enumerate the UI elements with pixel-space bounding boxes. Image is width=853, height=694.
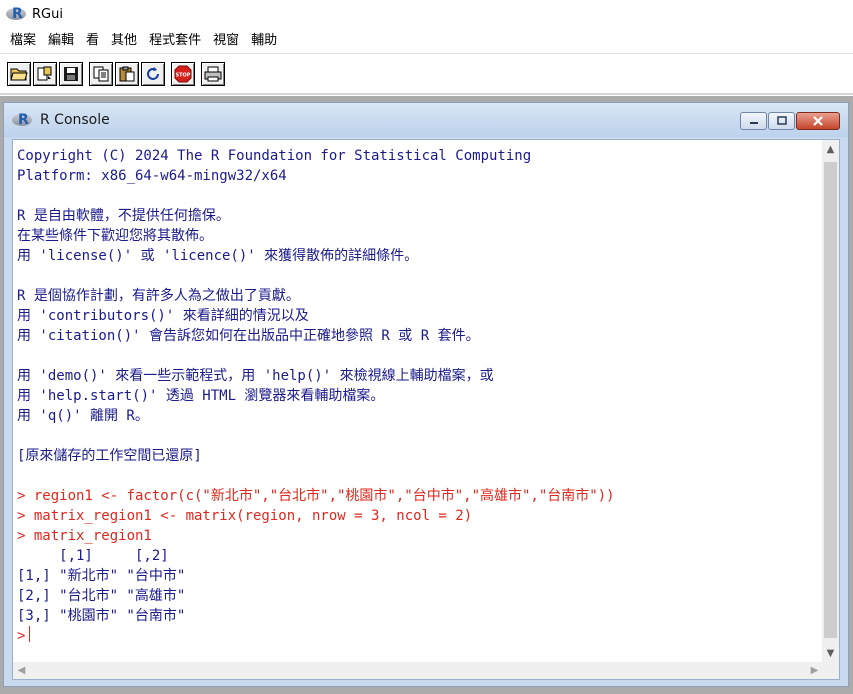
copy-and-paste-button[interactable]: [141, 62, 165, 86]
menu-windows[interactable]: 視窗: [207, 30, 245, 52]
console-output-line: 用 'license()' 或 'licence()' 來獲得散佈的詳細條件。: [17, 248, 419, 264]
app-title: RGui: [32, 6, 63, 22]
minimize-icon: [749, 122, 758, 124]
console-output-line: 用 'help.start()' 透過 HTML 瀏覽器來看輔助檔案。: [17, 388, 385, 404]
console-output-line: [3,] "桃園市" "台南市": [17, 608, 186, 624]
toolbar: STOP: [0, 55, 853, 95]
close-icon: [813, 116, 823, 126]
text-cursor: [29, 626, 31, 642]
menu-misc[interactable]: 其他: [105, 30, 143, 52]
load-workspace-button[interactable]: [33, 62, 57, 86]
scroll-left-icon[interactable]: ◀: [13, 662, 30, 679]
menu-packages[interactable]: 程式套件: [143, 30, 207, 52]
console-command-line: > region1 <- factor(c("新北市","台北市","桃園市",…: [17, 488, 615, 504]
printer-icon: [204, 66, 222, 82]
vertical-scrollbar[interactable]: ▲ ▼: [822, 140, 839, 662]
horizontal-scrollbar[interactable]: ◀ ▶: [13, 662, 823, 679]
stop-label: STOP: [176, 73, 191, 79]
load-workspace-icon: [37, 66, 52, 81]
print-button[interactable]: [201, 62, 225, 86]
maximize-icon: [776, 116, 787, 125]
console-output-line: Platform: x86_64-w64-mingw32/x64: [17, 168, 287, 184]
r-logo-icon: R: [6, 6, 26, 22]
console-output-line: [,1] [,2]: [17, 548, 169, 564]
folder-open-icon: [10, 68, 28, 81]
console-command-line: > matrix_region1 <- matrix(region, nrow …: [17, 508, 473, 524]
console-output-line: 用 'citation()' 會告訴您如何在出版品中正確地參照 R 或 R 套件…: [17, 328, 480, 344]
prompt-symbol: >: [17, 628, 26, 644]
console-output-line: 在某些條件下歡迎您將其散佈。: [17, 228, 213, 244]
console-window[interactable]: R R Console Copyright (C) 2024 The R Fou…: [3, 102, 849, 687]
menu-view[interactable]: 看: [80, 30, 105, 52]
console-output-line: 用 'demo()' 來看一些示範程式，用 'help()' 來檢視線上輔助檔案…: [17, 368, 494, 384]
scroll-right-icon[interactable]: ▶: [806, 662, 823, 679]
console-output-line: 用 'contributors()' 來看詳細的情況以及: [17, 308, 309, 324]
console-output-line: R 是個協作計劃，有許多人為之做出了貢獻。: [17, 288, 300, 304]
menu-bar: 檔案 編輯 看 其他 程式套件 視窗 輔助: [0, 28, 853, 54]
scrollbar-corner: [822, 662, 839, 679]
console-output[interactable]: Copyright (C) 2024 The R Foundation for …: [17, 146, 817, 654]
open-script-button[interactable]: [7, 62, 31, 86]
console-output-line: [1,] "新北市" "台中市": [17, 568, 186, 584]
console-output-line: [2,] "台北市" "高雄市": [17, 588, 186, 604]
scroll-down-icon[interactable]: ▼: [822, 644, 839, 662]
minimize-button[interactable]: [740, 112, 767, 130]
scroll-up-icon[interactable]: ▲: [822, 140, 839, 158]
console-body[interactable]: Copyright (C) 2024 The R Foundation for …: [12, 139, 840, 680]
floppy-disk-icon: [64, 67, 78, 81]
refresh-icon: [147, 67, 159, 80]
stop-sign-icon: STOP: [174, 65, 192, 83]
console-output-line: Copyright (C) 2024 The R Foundation for …: [17, 148, 532, 164]
maximize-button[interactable]: [768, 112, 795, 130]
console-prompt[interactable]: >: [17, 626, 817, 646]
close-button[interactable]: [796, 112, 840, 130]
paste-button[interactable]: [115, 62, 139, 86]
menu-file[interactable]: 檔案: [4, 30, 42, 52]
vertical-scroll-thumb[interactable]: [824, 162, 837, 638]
window-controls: [740, 112, 840, 130]
console-output-line: R 是自由軟體，不提供任何擔保。: [17, 208, 230, 224]
copy-button[interactable]: [89, 62, 113, 86]
menu-help[interactable]: 輔助: [245, 30, 283, 52]
paste-icon: [119, 66, 135, 82]
console-title: R Console: [40, 112, 110, 128]
stop-button[interactable]: STOP: [171, 62, 195, 86]
save-workspace-button[interactable]: [59, 62, 83, 86]
console-command-line: > matrix_region1: [17, 528, 152, 544]
app-title-bar: R RGui: [0, 0, 853, 28]
console-output-line: 用 'q()' 離開 R。: [17, 408, 149, 424]
console-output-line: [原來儲存的工作空間已還原]: [17, 448, 202, 464]
copy-icon: [93, 66, 109, 82]
console-title-bar[interactable]: R R Console: [4, 103, 848, 137]
r-logo-icon: R: [12, 112, 32, 128]
menu-edit[interactable]: 編輯: [42, 30, 80, 52]
mdi-workspace: R R Console Copyright (C) 2024 The R Fou…: [0, 96, 853, 694]
